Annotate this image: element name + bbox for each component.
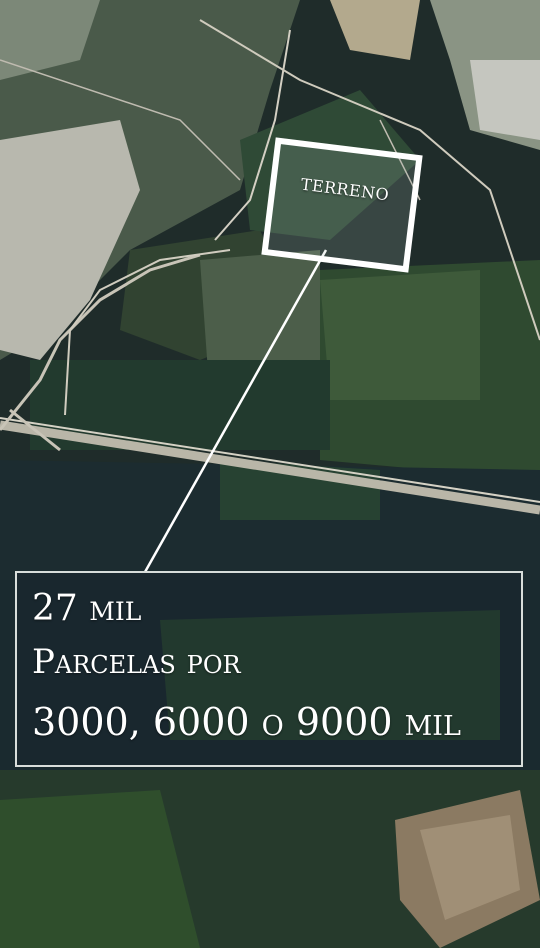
plots-line: Parcelas por — [32, 642, 241, 682]
plot-prices-line: 3000, 6000 o 9000 mil — [32, 700, 461, 744]
satellite-map-image — [0, 0, 540, 948]
price-line: 27 mil — [32, 588, 142, 629]
satellite-map-view: TERRENO 27 mil Parcelas por 3000, 6000 o… — [0, 0, 540, 948]
